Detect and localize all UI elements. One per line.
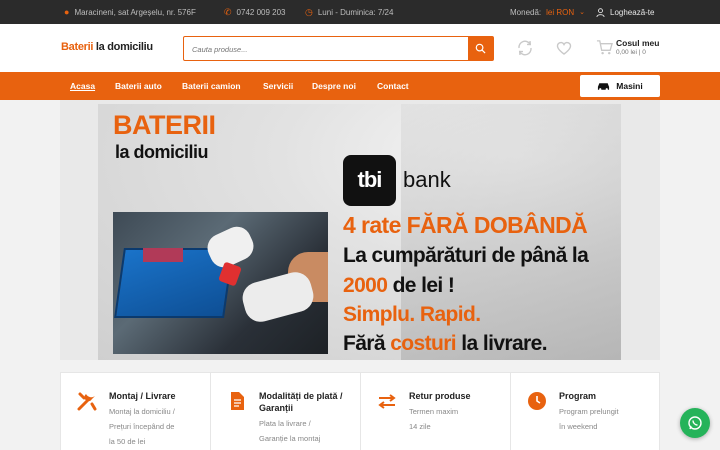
cart-summary: 0,00 lei | 0: [616, 49, 646, 56]
feature-plata-desc-1: Plata la livrare /: [259, 419, 311, 428]
feature-retur-title: Retur produse: [409, 391, 471, 401]
feature-montaj-title: Montaj / Livrare: [109, 391, 176, 401]
clock-icon: [528, 392, 546, 410]
exchange-icon: [378, 394, 396, 409]
wishlist-heart-icon[interactable]: [555, 39, 573, 57]
whatsapp-chat-button[interactable]: [680, 408, 710, 438]
logo-part2: la domiciliu: [95, 41, 153, 53]
feature-retur-desc-2: 14 zile: [409, 422, 431, 431]
feature-plata-title: Modalități de plată / Garanții: [259, 391, 343, 413]
promo-line-amount: 2000 de lei !: [343, 274, 455, 298]
tbi-bank-text: bank: [403, 167, 451, 192]
logo-part1: Baterii: [61, 41, 94, 53]
login-text[interactable]: Loghează-te: [610, 8, 654, 17]
promo-amount-unit: de lei !: [392, 274, 455, 297]
phone-icon: ✆: [224, 6, 232, 17]
clock-small-icon: ◷: [305, 6, 313, 17]
hours-text: Luni - Duminica: 7/24: [317, 7, 394, 17]
battery-install-photo: [113, 212, 328, 354]
search-button[interactable]: [468, 37, 493, 60]
currency-value[interactable]: lei RON: [546, 8, 574, 17]
feature-program: Program Program prelungit în weekend: [511, 373, 661, 450]
car-icon: [598, 83, 610, 91]
masini-label: Masini: [616, 81, 643, 91]
cart-title: Cosul meu: [616, 38, 660, 48]
promo-line-rates: 4 rate FĂRĂ DOBÂNDĂ: [343, 212, 588, 238]
nav-item-baterii-camion[interactable]: Baterii camion: [182, 72, 241, 100]
banner-title: BATERII: [113, 110, 216, 140]
compare-icon[interactable]: [516, 39, 534, 57]
nav-item-contact[interactable]: Contact: [377, 72, 409, 100]
feature-retur-desc-1: Termen maxim: [409, 407, 459, 416]
search-bar: [183, 36, 494, 61]
search-icon: [475, 43, 486, 54]
address-text: Maracineni, sat Argeșelu, nr. 576F: [74, 7, 196, 17]
site-logo[interactable]: Baterii la domiciliu: [61, 41, 153, 53]
cart-icon: [596, 40, 613, 55]
feature-montaj-desc-2: Prețuri începând de: [109, 422, 175, 431]
features-strip: Montaj / Livrare Montaj la domiciliu / P…: [60, 372, 660, 450]
site-header: Baterii la domiciliu Cosul meu 0,00 lei …: [0, 24, 720, 72]
feature-montaj-desc-1: Montaj la domiciliu /: [109, 407, 175, 416]
document-icon: [231, 392, 244, 410]
feature-plata: Modalități de plată / Garanții Plata la …: [211, 373, 361, 450]
nav-item-despre-noi[interactable]: Despre noi: [312, 72, 356, 100]
banner-subtitle: la domiciliu: [115, 142, 209, 162]
promo-delivery-a: Fără: [343, 332, 386, 355]
masini-button[interactable]: Masini: [580, 75, 660, 97]
user-icon: [596, 7, 605, 17]
promo-line-simple: Simplu. Rapid.: [343, 303, 481, 326]
feature-plata-desc-2: Garanție la montaj: [259, 434, 321, 443]
search-input[interactable]: [192, 42, 462, 56]
currency-selector[interactable]: Monedă: lei RON ⌄: [510, 0, 585, 24]
nav-item-baterii-auto[interactable]: Baterii auto: [115, 72, 162, 100]
login-link[interactable]: Loghează-te: [596, 0, 654, 24]
promo-banner[interactable]: BATERII la domiciliu tbi bank 4 rate FĂR…: [98, 104, 621, 360]
tbi-logo: tbi: [343, 155, 396, 206]
nav-item-acasa[interactable]: Acasa: [70, 72, 95, 100]
phone-text[interactable]: 0742 009 203: [237, 8, 286, 17]
feature-program-desc-2: în weekend: [559, 422, 598, 431]
map-pin-icon: ●: [64, 7, 70, 17]
promo-amount: 2000: [343, 274, 388, 297]
main-nav: Acasa Baterii auto Baterii camion Servic…: [0, 72, 720, 100]
chevron-down-icon[interactable]: ⌄: [579, 8, 585, 16]
nav-item-servicii[interactable]: Servicii: [263, 72, 293, 100]
address-info: ● Maracineni, sat Argeșelu, nr. 576F: [64, 0, 196, 24]
promo-delivery-c: la livrare.: [461, 332, 547, 355]
whatsapp-icon: [688, 416, 702, 430]
feature-montaj: Montaj / Livrare Montaj la domiciliu / P…: [61, 373, 211, 450]
feature-program-title: Program: [559, 391, 597, 401]
hours-info: ◷ Luni - Duminica: 7/24: [305, 0, 393, 24]
phone-info[interactable]: ✆ 0742 009 203: [224, 0, 285, 24]
feature-retur: Retur produse Termen maxim 14 zile: [361, 373, 511, 450]
currency-label: Monedă:: [510, 7, 542, 17]
promo-line-purchases: La cumpărături de până la: [343, 244, 589, 267]
feature-montaj-desc-3: la 50 de lei: [109, 437, 146, 446]
tools-icon: [77, 392, 97, 411]
feature-program-desc-1: Program prelungit: [559, 407, 619, 416]
top-bar: ● Maracineni, sat Argeșelu, nr. 576F ✆ 0…: [0, 0, 720, 24]
promo-line-delivery: Fără costuri la livrare.: [343, 332, 548, 356]
promo-delivery-b: costuri: [390, 332, 457, 355]
